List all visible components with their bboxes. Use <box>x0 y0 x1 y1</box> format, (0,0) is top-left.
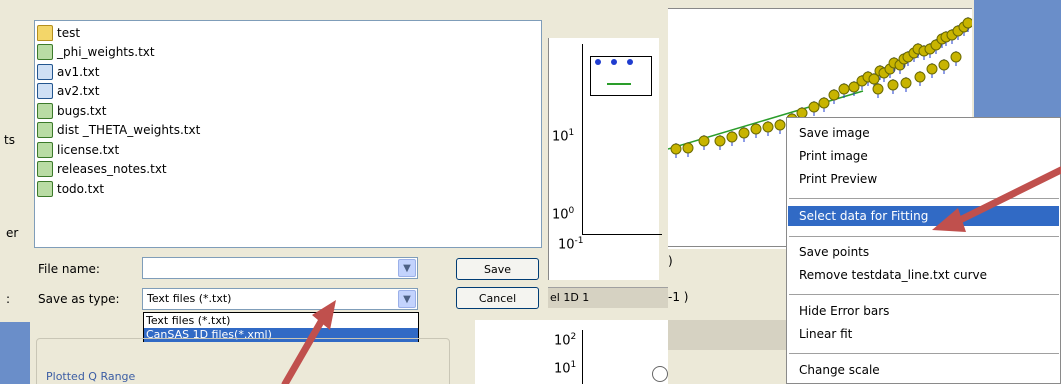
annotation-overlay <box>281 166 1061 384</box>
arrow-icon <box>281 300 336 384</box>
arrow-icon <box>932 166 1061 232</box>
